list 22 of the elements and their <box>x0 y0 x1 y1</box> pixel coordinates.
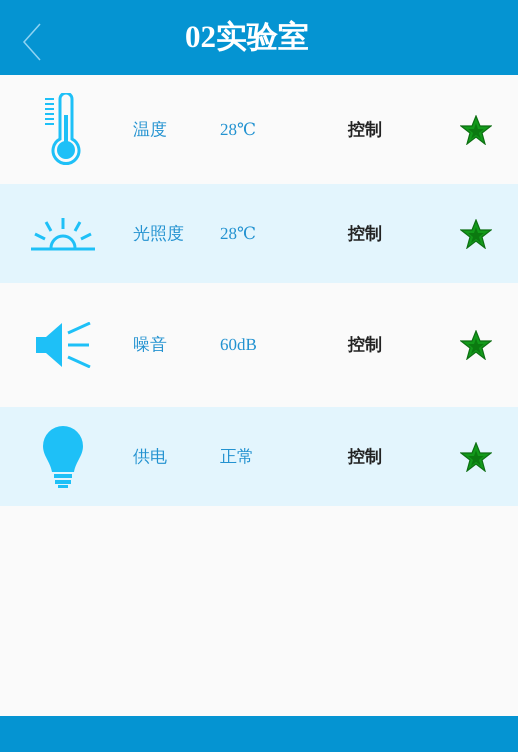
control-button[interactable]: 控制 <box>348 116 438 142</box>
sensor-label: 供电 <box>133 446 168 468</box>
speaker-icon <box>34 322 90 368</box>
star-icon[interactable] <box>460 114 492 144</box>
sensor-label: 光照度 <box>133 222 185 245</box>
sensor-value: 28℃ <box>220 118 258 141</box>
thermometer-icon <box>44 92 82 166</box>
sensor-label: 噪音 <box>133 334 168 356</box>
sensor-label: 温度 <box>133 118 168 141</box>
control-button[interactable]: 控制 <box>348 444 438 470</box>
back-icon <box>22 23 42 61</box>
control-button[interactable]: 控制 <box>348 332 438 358</box>
star-icon[interactable] <box>460 218 492 248</box>
control-button[interactable]: 控制 <box>348 220 438 246</box>
star-icon[interactable] <box>460 442 492 472</box>
page-title: 02实验室 <box>185 18 309 56</box>
lightbulb-icon <box>42 424 84 488</box>
sensor-value: 60dB <box>220 334 258 356</box>
sunrise-icon <box>30 216 96 250</box>
sensor-value: 正常 <box>220 446 255 468</box>
star-icon[interactable] <box>460 330 492 360</box>
sensor-value: 28℃ <box>220 222 258 245</box>
